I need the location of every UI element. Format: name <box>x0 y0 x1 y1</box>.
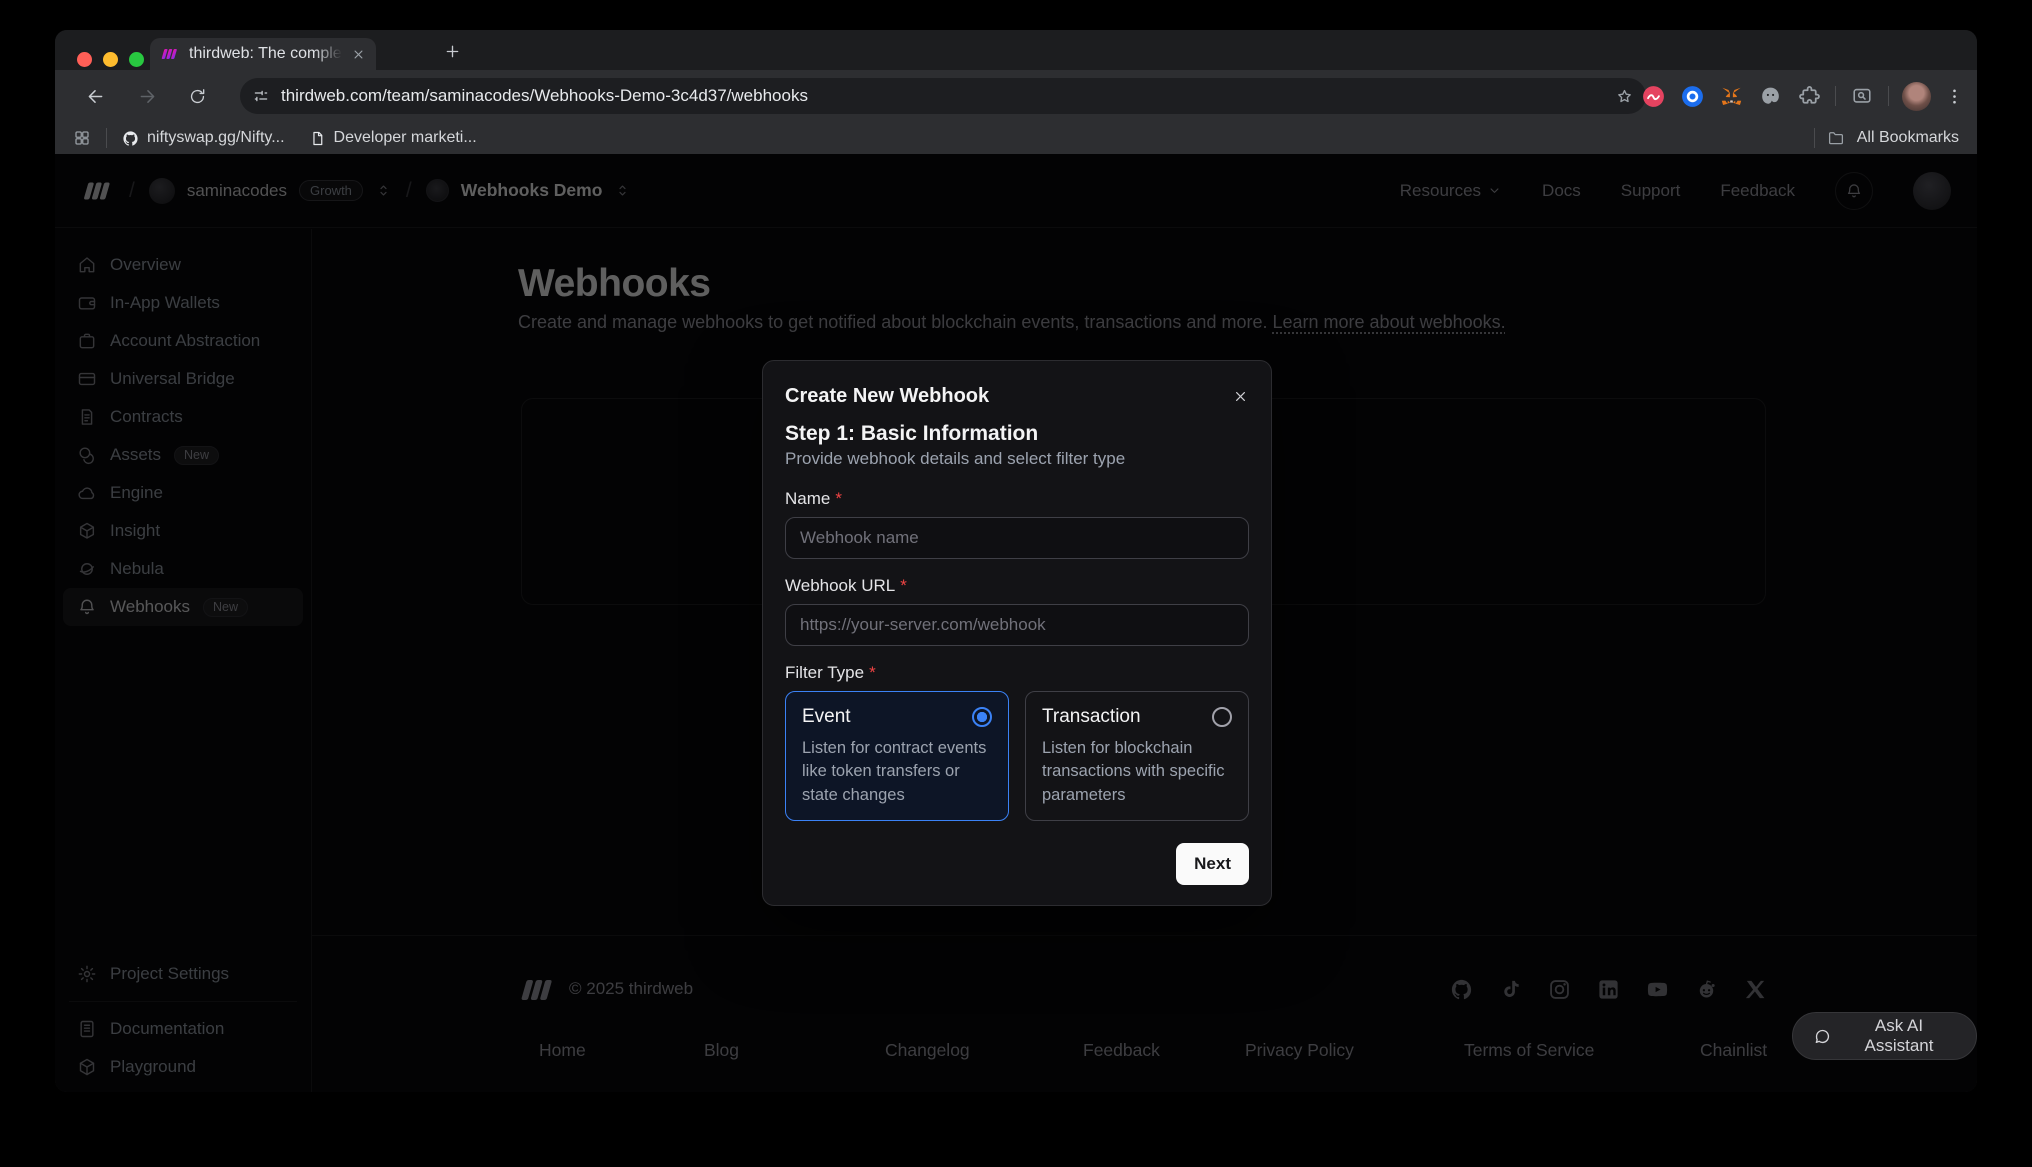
webhook-name-input[interactable] <box>785 517 1249 559</box>
browser-window: thirdweb: The complete web3 development … <box>55 30 1977 1092</box>
forward-icon[interactable] <box>129 78 165 114</box>
radio-selected-icon[interactable] <box>972 707 992 727</box>
bookmark-item[interactable]: niftyswap.gg/Nifty... <box>122 129 285 147</box>
new-tab-button[interactable] <box>443 42 462 61</box>
radio-unselected-icon[interactable] <box>1212 707 1232 727</box>
close-icon[interactable] <box>1232 388 1249 405</box>
bookmarks-bar: niftyswap.gg/Nifty... Developer marketi.… <box>55 122 1977 154</box>
window-close-button[interactable] <box>77 52 92 67</box>
filter-option-title: Transaction <box>1042 706 1141 728</box>
tab-close-icon[interactable] <box>351 47 366 62</box>
reload-icon[interactable] <box>179 78 215 114</box>
filter-option-title: Event <box>802 706 851 728</box>
chat-bubble-icon <box>1813 1027 1832 1046</box>
url-text: thirdweb.com/team/saminacodes/Webhooks-D… <box>281 86 1604 106</box>
ask-ai-label: Ask AI Assistant <box>1842 1016 1956 1056</box>
metamask-icon[interactable] <box>1718 83 1744 109</box>
back-icon[interactable] <box>77 78 113 114</box>
thirdweb-favicon-icon <box>160 44 180 64</box>
filter-option-description: Listen for contract events like token tr… <box>802 737 992 807</box>
tab-title: thirdweb: The complete web3 development … <box>189 45 342 63</box>
ask-ai-assistant-button[interactable]: Ask AI Assistant <box>1792 1012 1977 1060</box>
required-asterisk: * <box>835 489 842 508</box>
next-button[interactable]: Next <box>1176 843 1249 885</box>
ring-extension-icon[interactable] <box>1679 83 1705 109</box>
bookmarks-separator <box>1814 128 1815 148</box>
step-title: Step 1: Basic Information <box>785 422 1249 446</box>
webhook-url-input[interactable] <box>785 604 1249 646</box>
filter-option-description: Listen for blockchain transactions with … <box>1042 737 1232 807</box>
filter-type-label: Filter Type* <box>785 663 1249 683</box>
window-zoom-button[interactable] <box>129 52 144 67</box>
extensions-puzzle-icon[interactable] <box>1796 83 1822 109</box>
page-viewport: / saminacodes Growth / Webhooks Demo Res… <box>55 154 1977 1092</box>
webhook-url-label: Webhook URL* <box>785 576 1249 596</box>
folder-icon <box>1827 129 1845 147</box>
bookmark-label: niftyswap.gg/Nifty... <box>147 129 285 147</box>
browser-toolbar: thirdweb.com/team/saminacodes/Webhooks-D… <box>55 70 1977 122</box>
required-asterisk: * <box>900 576 907 595</box>
bookmark-star-icon[interactable] <box>1615 87 1634 106</box>
modal-title: Create New Webhook <box>785 385 989 408</box>
bookmark-label: Developer marketi... <box>334 129 477 147</box>
github-icon <box>122 130 139 147</box>
page-icon <box>309 130 326 147</box>
apps-grid-icon[interactable] <box>73 129 91 147</box>
window-minimize-button[interactable] <box>103 52 118 67</box>
phantom-icon[interactable] <box>1757 83 1783 109</box>
browser-profile-avatar[interactable] <box>1902 82 1931 111</box>
site-settings-icon[interactable] <box>252 87 270 105</box>
step-subtitle: Provide webhook details and select filte… <box>785 449 1249 469</box>
address-bar[interactable]: thirdweb.com/team/saminacodes/Webhooks-D… <box>240 78 1646 114</box>
bookmarks-separator <box>106 128 107 148</box>
filter-option-transaction[interactable]: Transaction Listen for blockchain transa… <box>1025 691 1249 821</box>
side-panel-icon[interactable] <box>1849 83 1875 109</box>
required-asterisk: * <box>869 663 876 682</box>
filter-option-event[interactable]: Event Listen for contract events like to… <box>785 691 1009 821</box>
create-webhook-modal: Create New Webhook Step 1: Basic Informa… <box>762 360 1272 906</box>
browser-menu-icon[interactable] <box>1944 86 1965 107</box>
toolbar-separator <box>1888 86 1889 106</box>
all-bookmarks-button[interactable]: All Bookmarks <box>1857 129 1959 147</box>
desktop: { "colors":{"accent":"#3b82f6","required… <box>0 0 2032 1167</box>
toolbar-separator <box>1835 86 1836 106</box>
browser-tab[interactable]: thirdweb: The complete web3 development … <box>150 38 376 70</box>
wave-extension-icon[interactable] <box>1640 83 1666 109</box>
tab-strip: thirdweb: The complete web3 development … <box>55 30 1977 70</box>
bookmark-item[interactable]: Developer marketi... <box>309 129 477 147</box>
name-label: Name* <box>785 489 1249 509</box>
